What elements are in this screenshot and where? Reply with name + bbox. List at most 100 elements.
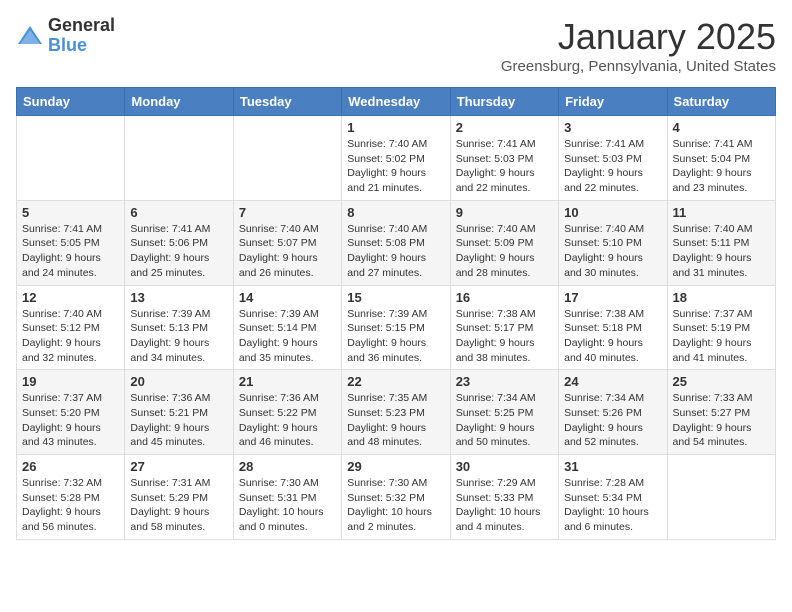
day-number: 25 — [673, 374, 770, 389]
day-info: Sunrise: 7:30 AM Sunset: 5:32 PM Dayligh… — [347, 476, 444, 535]
page-header: General Blue January 2025 Greensburg, Pe… — [16, 16, 776, 75]
weekday-header-tuesday: Tuesday — [233, 88, 341, 116]
day-number: 7 — [239, 205, 336, 220]
logo-blue: Blue — [48, 36, 115, 56]
day-cell: 4 Sunrise: 7:41 AM Sunset: 5:04 PM Daylig… — [667, 116, 775, 201]
day-cell: 14 Sunrise: 7:39 AM Sunset: 5:14 PM Dayli… — [233, 285, 341, 370]
day-number: 8 — [347, 205, 444, 220]
day-number: 10 — [564, 205, 661, 220]
day-number: 11 — [673, 205, 770, 220]
month-title: January 2025 — [501, 16, 776, 58]
day-number: 13 — [130, 290, 227, 305]
day-info: Sunrise: 7:40 AM Sunset: 5:11 PM Dayligh… — [673, 222, 770, 281]
day-cell: 19 Sunrise: 7:37 AM Sunset: 5:20 PM Dayli… — [17, 370, 125, 455]
day-info: Sunrise: 7:36 AM Sunset: 5:22 PM Dayligh… — [239, 391, 336, 450]
calendar: SundayMondayTuesdayWednesdayThursdayFrid… — [16, 87, 776, 540]
day-number: 1 — [347, 120, 444, 135]
day-cell: 11 Sunrise: 7:40 AM Sunset: 5:11 PM Dayli… — [667, 200, 775, 285]
day-number: 29 — [347, 459, 444, 474]
day-info: Sunrise: 7:30 AM Sunset: 5:31 PM Dayligh… — [239, 476, 336, 535]
weekday-header-sunday: Sunday — [17, 88, 125, 116]
day-number: 20 — [130, 374, 227, 389]
day-cell: 30 Sunrise: 7:29 AM Sunset: 5:33 PM Dayli… — [450, 455, 558, 540]
day-number: 16 — [456, 290, 553, 305]
day-number: 21 — [239, 374, 336, 389]
day-number: 24 — [564, 374, 661, 389]
day-info: Sunrise: 7:39 AM Sunset: 5:13 PM Dayligh… — [130, 307, 227, 366]
day-info: Sunrise: 7:41 AM Sunset: 5:06 PM Dayligh… — [130, 222, 227, 281]
day-info: Sunrise: 7:28 AM Sunset: 5:34 PM Dayligh… — [564, 476, 661, 535]
day-cell: 23 Sunrise: 7:34 AM Sunset: 5:25 PM Dayli… — [450, 370, 558, 455]
day-info: Sunrise: 7:39 AM Sunset: 5:14 PM Dayligh… — [239, 307, 336, 366]
day-info: Sunrise: 7:34 AM Sunset: 5:25 PM Dayligh… — [456, 391, 553, 450]
day-number: 5 — [22, 205, 119, 220]
weekday-header-row: SundayMondayTuesdayWednesdayThursdayFrid… — [17, 88, 776, 116]
day-info: Sunrise: 7:38 AM Sunset: 5:18 PM Dayligh… — [564, 307, 661, 366]
weekday-header-saturday: Saturday — [667, 88, 775, 116]
day-cell — [17, 116, 125, 201]
weekday-header-wednesday: Wednesday — [342, 88, 450, 116]
day-number: 14 — [239, 290, 336, 305]
day-info: Sunrise: 7:40 AM Sunset: 5:07 PM Dayligh… — [239, 222, 336, 281]
day-cell: 8 Sunrise: 7:40 AM Sunset: 5:08 PM Daylig… — [342, 200, 450, 285]
title-area: January 2025 Greensburg, Pennsylvania, U… — [501, 16, 776, 75]
day-info: Sunrise: 7:29 AM Sunset: 5:33 PM Dayligh… — [456, 476, 553, 535]
day-cell: 7 Sunrise: 7:40 AM Sunset: 5:07 PM Daylig… — [233, 200, 341, 285]
day-info: Sunrise: 7:41 AM Sunset: 5:05 PM Dayligh… — [22, 222, 119, 281]
day-number: 12 — [22, 290, 119, 305]
day-number: 28 — [239, 459, 336, 474]
day-info: Sunrise: 7:37 AM Sunset: 5:19 PM Dayligh… — [673, 307, 770, 366]
day-cell: 1 Sunrise: 7:40 AM Sunset: 5:02 PM Daylig… — [342, 116, 450, 201]
day-info: Sunrise: 7:34 AM Sunset: 5:26 PM Dayligh… — [564, 391, 661, 450]
day-number: 9 — [456, 205, 553, 220]
day-info: Sunrise: 7:39 AM Sunset: 5:15 PM Dayligh… — [347, 307, 444, 366]
day-cell: 25 Sunrise: 7:33 AM Sunset: 5:27 PM Dayli… — [667, 370, 775, 455]
weekday-header-friday: Friday — [559, 88, 667, 116]
day-cell — [125, 116, 233, 201]
day-info: Sunrise: 7:41 AM Sunset: 5:04 PM Dayligh… — [673, 137, 770, 196]
day-info: Sunrise: 7:40 AM Sunset: 5:08 PM Dayligh… — [347, 222, 444, 281]
logo-icon — [16, 22, 44, 50]
day-cell: 26Sunrise: 7:32 AM Sunset: 5:28 PM Dayli… — [17, 455, 125, 540]
day-info: Sunrise: 7:38 AM Sunset: 5:17 PM Dayligh… — [456, 307, 553, 366]
day-cell — [667, 455, 775, 540]
week-row-1: 1 Sunrise: 7:40 AM Sunset: 5:02 PM Daylig… — [17, 116, 776, 201]
day-number: 19 — [22, 374, 119, 389]
day-cell: 24 Sunrise: 7:34 AM Sunset: 5:26 PM Dayli… — [559, 370, 667, 455]
day-cell: 27 Sunrise: 7:31 AM Sunset: 5:29 PM Dayli… — [125, 455, 233, 540]
day-number: 4 — [673, 120, 770, 135]
day-number: 15 — [347, 290, 444, 305]
day-cell: 12 Sunrise: 7:40 AM Sunset: 5:12 PM Dayli… — [17, 285, 125, 370]
week-row-2: 5 Sunrise: 7:41 AM Sunset: 5:05 PM Daylig… — [17, 200, 776, 285]
day-info: Sunrise: 7:33 AM Sunset: 5:27 PM Dayligh… — [673, 391, 770, 450]
logo: General Blue — [16, 16, 115, 56]
weekday-header-monday: Monday — [125, 88, 233, 116]
day-info: Sunrise: 7:40 AM Sunset: 5:02 PM Dayligh… — [347, 137, 444, 196]
day-number: 30 — [456, 459, 553, 474]
day-cell: 2Sunrise: 7:41 AM Sunset: 5:03 PM Daylig… — [450, 116, 558, 201]
day-cell: 16 Sunrise: 7:38 AM Sunset: 5:17 PM Dayli… — [450, 285, 558, 370]
day-cell: 9Sunrise: 7:40 AM Sunset: 5:09 PM Daylig… — [450, 200, 558, 285]
day-cell: 5 Sunrise: 7:41 AM Sunset: 5:05 PM Daylig… — [17, 200, 125, 285]
day-cell: 15 Sunrise: 7:39 AM Sunset: 5:15 PM Dayli… — [342, 285, 450, 370]
day-number: 22 — [347, 374, 444, 389]
day-info: Sunrise: 7:40 AM Sunset: 5:10 PM Dayligh… — [564, 222, 661, 281]
day-cell: 31Sunrise: 7:28 AM Sunset: 5:34 PM Dayli… — [559, 455, 667, 540]
day-info: Sunrise: 7:36 AM Sunset: 5:21 PM Dayligh… — [130, 391, 227, 450]
week-row-4: 19 Sunrise: 7:37 AM Sunset: 5:20 PM Dayli… — [17, 370, 776, 455]
day-number: 17 — [564, 290, 661, 305]
day-number: 26 — [22, 459, 119, 474]
day-info: Sunrise: 7:31 AM Sunset: 5:29 PM Dayligh… — [130, 476, 227, 535]
day-info: Sunrise: 7:35 AM Sunset: 5:23 PM Dayligh… — [347, 391, 444, 450]
day-info: Sunrise: 7:40 AM Sunset: 5:12 PM Dayligh… — [22, 307, 119, 366]
logo-text: General Blue — [48, 16, 115, 56]
logo-general: General — [48, 16, 115, 36]
day-number: 23 — [456, 374, 553, 389]
day-number: 27 — [130, 459, 227, 474]
weekday-header-thursday: Thursday — [450, 88, 558, 116]
location: Greensburg, Pennsylvania, United States — [501, 58, 776, 75]
day-cell — [233, 116, 341, 201]
day-cell: 21 Sunrise: 7:36 AM Sunset: 5:22 PM Dayli… — [233, 370, 341, 455]
day-info: Sunrise: 7:37 AM Sunset: 5:20 PM Dayligh… — [22, 391, 119, 450]
day-cell: 17 Sunrise: 7:38 AM Sunset: 5:18 PM Dayli… — [559, 285, 667, 370]
